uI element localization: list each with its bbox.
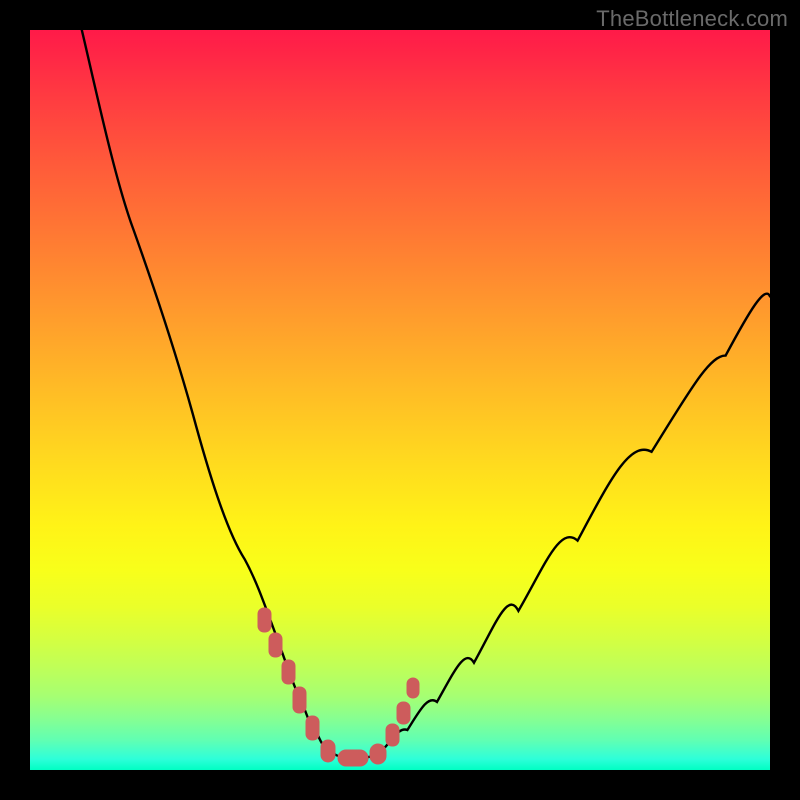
marker-dot (258, 608, 271, 632)
chart-stage: TheBottleneck.com (0, 0, 800, 800)
marker-dot (306, 716, 319, 740)
plot-area (30, 30, 770, 770)
marker-dot (397, 702, 410, 724)
chart-overlay (30, 30, 770, 770)
marker-dot (386, 724, 399, 746)
marker-dot (407, 678, 419, 698)
marker-dot (370, 744, 386, 764)
marker-dot (282, 660, 295, 684)
marker-dot (293, 687, 306, 713)
bottleneck-curve (82, 30, 770, 760)
marker-dot (321, 740, 335, 762)
watermark-text: TheBottleneck.com (596, 6, 788, 32)
marker-dot (269, 633, 282, 657)
marker-dot (338, 750, 368, 766)
marker-cluster (258, 608, 419, 766)
